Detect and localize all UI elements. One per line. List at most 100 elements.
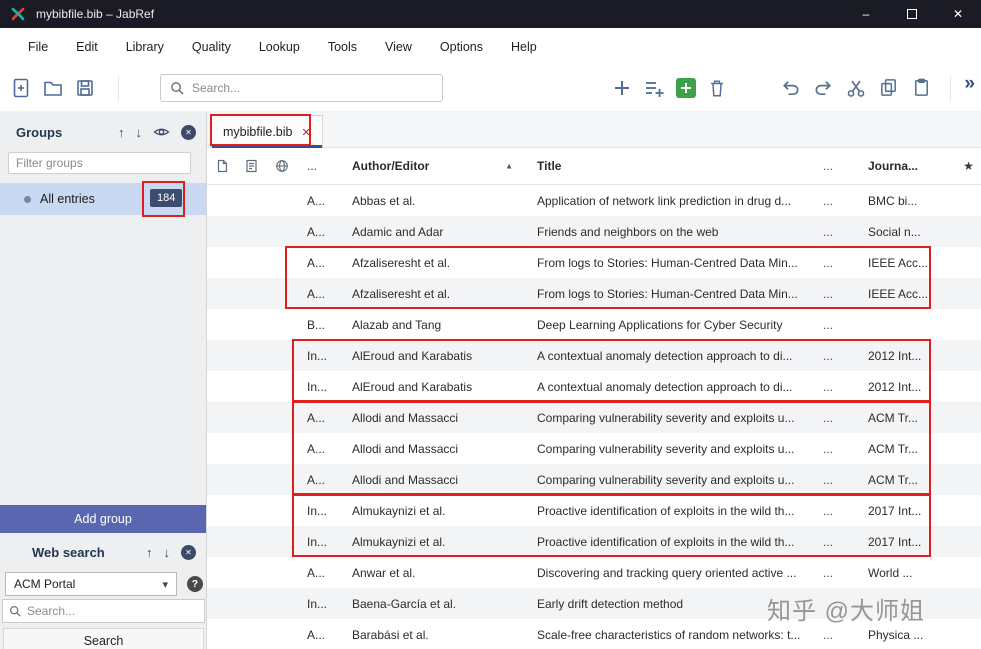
table-row[interactable]: A... Allodi and Massacci Comparing vulne… [207,464,981,495]
close-panel-icon[interactable]: ✕ [181,124,196,140]
menu-lookup[interactable]: Lookup [245,40,314,54]
table-row[interactable]: A... Abbas et al. Application of network… [207,185,981,216]
title-cell: Friends and neighbors on the web [537,224,719,239]
table-row[interactable]: A... Adamic and Adar Friends and neighbo… [207,216,981,247]
save-library-button[interactable] [74,77,96,99]
menu-quality[interactable]: Quality [178,40,245,54]
column-header-overflow[interactable]: ... [821,159,866,173]
tab-close-icon[interactable]: ✕ [301,126,310,139]
paste-icon[interactable] [911,77,932,98]
title-bar: mybibfile.bib – JabRef – ✕ [0,0,981,28]
close-button[interactable]: ✕ [935,0,981,28]
overflow-cell: ... [823,565,834,580]
new-entry-plain-button[interactable] [676,78,696,98]
sidebar-item-all-entries[interactable]: All entries 184 [0,183,206,215]
entrytype-cell: A... [307,472,326,487]
overflow-cell: ... [823,472,834,487]
move-down-icon[interactable]: ↓ [136,125,143,140]
tab-label: mybibfile.bib [223,125,293,139]
table-row[interactable]: In... Almukaynizi et al. Proactive ident… [207,495,981,526]
close-panel-icon[interactable]: ✕ [181,544,196,560]
entrytype-cell: A... [307,410,326,425]
overflow-cell: ... [823,193,834,208]
file-icon [217,159,227,173]
menu-options[interactable]: Options [426,40,497,54]
column-header-note[interactable] [237,159,265,173]
filter-groups-input[interactable]: Filter groups [8,152,191,174]
overflow-cell: ... [823,627,834,642]
table-body: A... Abbas et al. Application of network… [207,185,981,649]
delete-entry-button[interactable] [707,78,727,98]
table-row[interactable]: A... Afzaliseresht et al. From logs to S… [207,247,981,278]
column-header-url[interactable] [265,159,298,173]
add-group-button[interactable]: Add group [0,505,206,533]
star-icon: ★ [963,159,974,173]
new-library-button[interactable] [10,77,32,99]
table-row[interactable]: In... AlEroud and Karabatis A contextual… [207,340,981,371]
overflow-cell: ... [823,255,834,270]
column-header-rank[interactable]: ★ [956,159,981,173]
web-search-input[interactable]: Search... [2,599,205,623]
toggle-view-eye-icon[interactable] [153,126,170,138]
table-row[interactable]: A... Barabási et al. Scale-free characte… [207,619,981,649]
window-controls: – ✕ [843,0,981,28]
maximize-icon [907,9,917,19]
overflow-cell: ... [823,224,834,239]
groups-title: Groups [16,124,63,140]
journal-cell: World ... [868,565,913,580]
sort-ascending-icon[interactable]: ▲ [505,162,513,171]
table-row[interactable]: B... Alazab and Tang Deep Learning Appli… [207,309,981,340]
toolbar-overflow-button[interactable]: » [964,73,975,95]
minimize-button[interactable]: – [843,0,889,28]
column-header-journal[interactable]: Journa... [866,159,956,173]
title-cell: Application of network link prediction i… [537,193,792,208]
web-search-button-label: Search [83,634,124,648]
table-row[interactable]: In... Baena-García et al. Early drift de… [207,588,981,619]
table-row[interactable]: In... AlEroud and Karabatis A contextual… [207,371,981,402]
journal-cell: ACM Tr... [868,441,919,456]
copy-icon[interactable] [878,77,899,98]
table-row[interactable]: A... Anwar et al. Discovering and tracki… [207,557,981,588]
search-engine-dropdown[interactable]: ACM Portal ▾ [5,572,177,596]
move-up-icon[interactable]: ↑ [118,125,125,140]
move-down-icon[interactable]: ↓ [164,545,171,560]
help-icon[interactable]: ? [187,576,203,592]
column-header-title[interactable]: Title [535,159,821,173]
new-entry-button[interactable] [612,78,632,98]
table-row[interactable]: A... Allodi and Massacci Comparing vulne… [207,433,981,464]
column-header-entrytype[interactable]: ... [298,159,343,173]
tab-mybibfile[interactable]: mybibfile.bib ✕ [211,115,323,148]
table-row[interactable]: A... Allodi and Massacci Comparing vulne… [207,402,981,433]
global-search-box[interactable]: Search... [160,74,443,102]
table-row[interactable]: A... Afzaliseresht et al. From logs to S… [207,278,981,309]
entry-count-badge: 184 [150,189,183,207]
undo-icon[interactable] [780,77,801,98]
menu-tools[interactable]: Tools [314,40,371,54]
note-icon [245,159,257,173]
open-library-button[interactable] [42,77,64,99]
overflow-cell: ... [823,348,834,363]
journal-cell: 2012 Int... [868,348,922,363]
group-dot-icon [24,195,31,203]
column-header-author[interactable]: Author/Editor ▲ [343,159,535,173]
overflow-cell: ... [823,503,834,518]
menu-view[interactable]: View [371,40,426,54]
move-up-icon[interactable]: ↑ [146,545,153,560]
column-header-file[interactable] [207,159,237,173]
cut-icon[interactable] [846,78,866,98]
tab-bar: mybibfile.bib ✕ [207,112,981,148]
menu-file[interactable]: File [14,40,62,54]
entrytype-cell: In... [307,379,328,394]
title-cell: Comparing vulnerability severity and exp… [537,410,795,425]
author-cell: Baena-García et al. [352,596,457,611]
entrytype-cell: In... [307,596,328,611]
table-row[interactable]: In... Almukaynizi et al. Proactive ident… [207,526,981,557]
menu-edit[interactable]: Edit [62,40,112,54]
maximize-button[interactable] [889,0,935,28]
entrytype-cell: A... [307,627,326,642]
new-entry-from-list-button[interactable] [643,77,665,99]
menu-library[interactable]: Library [112,40,178,54]
menu-help[interactable]: Help [497,40,551,54]
redo-icon[interactable] [813,77,834,98]
web-search-button[interactable]: Search [3,628,204,649]
